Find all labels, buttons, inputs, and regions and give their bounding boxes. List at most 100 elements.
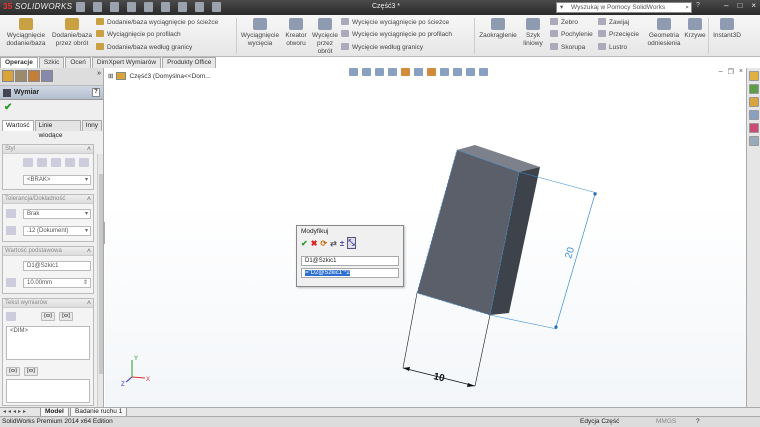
status-units[interactable]: MMGS bbox=[656, 417, 676, 427]
boundary-boss-button[interactable]: Dodanie/baza według granicy bbox=[96, 43, 192, 53]
maximize-icon[interactable]: □ bbox=[737, 1, 742, 10]
dimension-name-field[interactable]: D1@Szkic1 bbox=[23, 261, 91, 271]
curves-button[interactable]: Krzywe bbox=[684, 18, 706, 40]
select-icon[interactable] bbox=[178, 2, 187, 12]
group-header[interactable]: Wartość podstawowa ˄ bbox=[3, 247, 93, 256]
chevron-up-icon[interactable]: ˄ bbox=[87, 195, 91, 204]
reverse-direction-icon[interactable]: ⇄ bbox=[330, 239, 337, 248]
search-icon[interactable]: ⌕ bbox=[685, 3, 689, 12]
dimension-text-area[interactable]: <DIM> bbox=[6, 326, 90, 360]
hole-wizard-button[interactable]: Kreator otworu bbox=[282, 18, 310, 48]
rebuild-icon[interactable]: ⟳ bbox=[320, 239, 327, 248]
shell-button[interactable]: Skorupa bbox=[550, 43, 585, 53]
height-dimension-text[interactable]: 20 bbox=[563, 246, 577, 260]
appearances-icon[interactable] bbox=[749, 123, 759, 133]
open-icon[interactable] bbox=[93, 2, 102, 12]
mirror-button[interactable]: Lustro bbox=[598, 43, 627, 53]
rebuild-icon[interactable] bbox=[195, 2, 204, 12]
resources-icon[interactable] bbox=[749, 71, 759, 81]
intersect-button[interactable]: Przecięcie bbox=[598, 30, 639, 40]
revolve-boss-button[interactable]: Dodanie/baza przez obrót bbox=[50, 18, 94, 48]
dimension-value-field[interactable]: 10.00mm ⇕ bbox=[23, 278, 91, 288]
file-explorer-icon[interactable] bbox=[749, 97, 759, 107]
inspection-button[interactable]: [xx] bbox=[59, 312, 73, 321]
configuration-manager-icon[interactable] bbox=[28, 70, 40, 82]
wrap-button[interactable]: Zawijaj bbox=[598, 18, 629, 28]
tab-nav-arrows[interactable]: ◂◂◂▸▸ bbox=[3, 408, 28, 415]
parentheses-button[interactable]: (xx) bbox=[41, 312, 55, 321]
extrude-cut-button[interactable]: Wyciągnięcie wycięcia bbox=[240, 18, 280, 48]
help-button[interactable]: ? bbox=[696, 2, 700, 9]
chevron-right-icon[interactable]: » bbox=[97, 70, 101, 82]
inspection-button[interactable]: [xx] bbox=[24, 367, 38, 376]
precision-select[interactable]: .12 (Dokument) ▾ bbox=[23, 226, 91, 236]
spinner-icon[interactable]: ⇕ bbox=[83, 279, 88, 287]
chevron-up-icon[interactable]: ˄ bbox=[87, 299, 91, 308]
fillet-button[interactable]: Zaokrąglenie bbox=[478, 18, 518, 40]
dimension-text-below[interactable] bbox=[6, 379, 90, 403]
design-library-icon[interactable] bbox=[749, 84, 759, 94]
loft-cut-button[interactable]: Wycięcie wyciągnięcie po profilach bbox=[341, 30, 452, 40]
view-palette-icon[interactable] bbox=[749, 110, 759, 120]
dimension-handle[interactable] bbox=[593, 192, 597, 196]
save-style-icon[interactable] bbox=[65, 158, 75, 167]
save-icon[interactable] bbox=[110, 2, 119, 12]
dimxpert-manager-icon[interactable] bbox=[41, 70, 53, 82]
apply-style-icon[interactable] bbox=[23, 158, 33, 167]
tab-features[interactable]: Operacje bbox=[0, 57, 38, 68]
revolve-cut-button[interactable]: Wycięcie przez obrót bbox=[311, 18, 339, 56]
instant3d-button[interactable]: Instant3D bbox=[710, 18, 744, 40]
dimension-expression-input[interactable]: ="D2@Szkic1"*2 bbox=[301, 268, 399, 278]
group-header[interactable]: Tekst wymiarów ˄ bbox=[3, 299, 93, 308]
status-help[interactable]: ? bbox=[696, 417, 700, 427]
close-icon[interactable]: × bbox=[751, 1, 756, 10]
group-header[interactable]: Tolerancja/Dokładność ˄ bbox=[3, 195, 93, 204]
parentheses-button[interactable]: (xx) bbox=[6, 367, 20, 376]
load-style-icon[interactable] bbox=[79, 158, 89, 167]
options-icon[interactable] bbox=[212, 2, 221, 12]
undo-icon[interactable] bbox=[144, 2, 153, 12]
boundary-cut-button[interactable]: Wycięcie według granicy bbox=[341, 43, 423, 53]
sweep-cut-button[interactable]: Wycięcie wyciągnięcie po ścieżce bbox=[341, 18, 449, 28]
tab-sketch[interactable]: Szkic bbox=[38, 57, 65, 68]
ok-icon[interactable]: ✔ bbox=[301, 239, 308, 248]
loft-boss-button[interactable]: Wyciągnięcie po profilach bbox=[96, 30, 181, 40]
rib-button[interactable]: Żebro bbox=[550, 18, 578, 28]
reference-geometry-button[interactable]: Geometria odniesienia bbox=[644, 18, 684, 48]
add-style-icon[interactable] bbox=[37, 158, 47, 167]
property-manager-icon[interactable] bbox=[15, 70, 27, 82]
graphics-area[interactable]: ⊞ Część3 (Domyślna<<Dom... – ❐ × 20 10 X… bbox=[105, 68, 746, 407]
sweep-boss-button[interactable]: Dodanie/baza wyciągnięcie po ścieżce bbox=[96, 18, 218, 28]
tab-leaders[interactable]: Linie wiodące bbox=[34, 120, 81, 139]
dimension-handle[interactable] bbox=[554, 325, 558, 329]
extrude-boss-button[interactable]: Wyciągnięcie dodanie/baza bbox=[4, 18, 48, 48]
ok-button[interactable]: ✔ bbox=[0, 100, 103, 118]
help-search-box[interactable]: ▾ Wyszukaj w Pomocy SolidWorks ⌕ bbox=[556, 2, 692, 13]
chevron-up-icon[interactable]: ˄ bbox=[87, 145, 91, 154]
cancel-icon[interactable]: ✖ bbox=[311, 239, 318, 248]
help-icon[interactable]: ? bbox=[92, 88, 100, 97]
tolerance-type-select[interactable]: Brak ▾ bbox=[23, 209, 91, 219]
style-select[interactable]: <BRAK> ▾ bbox=[23, 175, 91, 185]
chevron-up-icon[interactable]: ˄ bbox=[87, 247, 91, 256]
print-icon[interactable] bbox=[127, 2, 136, 12]
panel-scrollbar[interactable] bbox=[97, 154, 103, 407]
tab-office-products[interactable]: Produkty Office bbox=[162, 57, 217, 68]
draft-button[interactable]: Pochylenie bbox=[550, 30, 593, 40]
tab-evaluate[interactable]: Oceń bbox=[65, 57, 91, 68]
custom-properties-icon[interactable] bbox=[749, 136, 759, 146]
dimension-name-field[interactable]: D1@Szkic1 bbox=[301, 256, 399, 266]
delete-style-icon[interactable] bbox=[51, 158, 61, 167]
mark-for-drawing-icon[interactable]: ± bbox=[340, 239, 344, 248]
linear-pattern-button[interactable]: Szyk liniowy bbox=[520, 18, 546, 48]
tab-dimxpert[interactable]: DimXpert Wymiarów bbox=[91, 57, 162, 68]
tab-other[interactable]: Inny bbox=[81, 120, 102, 131]
group-header[interactable]: Styl ˄ bbox=[3, 145, 93, 154]
feature-manager-icon[interactable] bbox=[2, 70, 14, 82]
scrollbar-thumb[interactable] bbox=[99, 174, 103, 374]
minimize-icon[interactable]: – bbox=[724, 1, 728, 10]
text-alignment-icon[interactable] bbox=[6, 312, 16, 321]
spin-increment-icon[interactable]: ⤡ bbox=[347, 237, 356, 249]
redo-icon[interactable] bbox=[161, 2, 170, 12]
width-dimension-text[interactable]: 10 bbox=[432, 371, 446, 384]
